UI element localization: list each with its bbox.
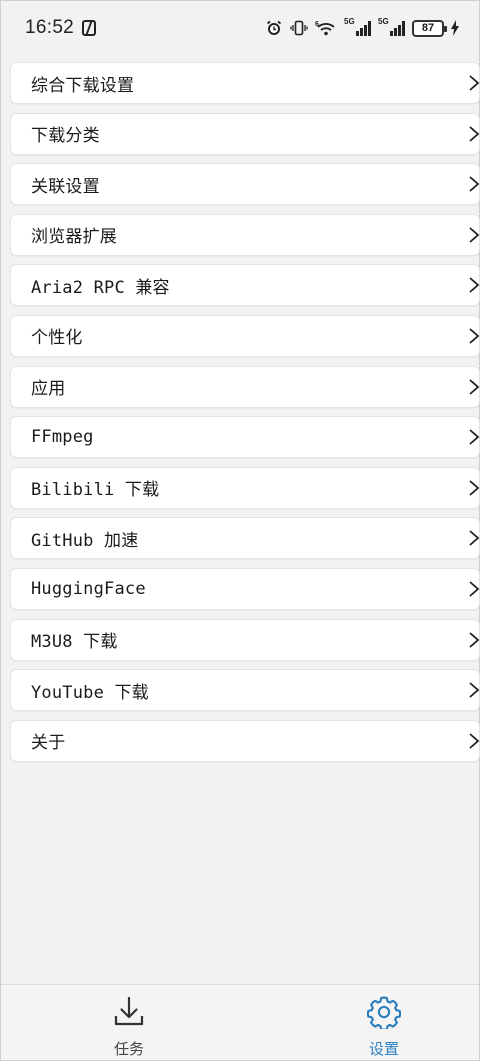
chevron-right-icon [469,328,480,344]
settings-item[interactable]: YouTube 下载 [10,669,480,712]
chevron-right-icon [469,480,480,496]
chevron-right-icon [469,682,480,698]
settings-item[interactable]: 个性化 [10,314,480,357]
chevron-right-icon [469,378,480,395]
nav-settings[interactable]: 设置 [364,985,404,1060]
cell-signal-2-icon: 5G [378,17,405,36]
settings-item-label: YouTube 下载 [31,682,149,703]
bottom-nav: 任务 设置 [1,984,479,1060]
settings-item[interactable]: M3U8 下载 [10,618,480,661]
settings-item[interactable]: 综合下载设置 [10,62,480,104]
chevron-right-icon [469,429,480,445]
settings-item[interactable]: 浏览器扩展 [10,213,480,256]
settings-item[interactable]: Aria2 RPC 兼容 [10,264,480,307]
settings-item-label: Aria2 RPC 兼容 [31,277,170,298]
cell-signal-1-icon: 5G [344,17,371,36]
settings-item-label: Bilibili 下载 [31,480,160,501]
chevron-right-icon [469,227,480,243]
settings-item[interactable]: 应用 [10,365,480,408]
chevron-right-icon [469,530,480,547]
vibrate-icon [290,19,308,37]
settings-item-label: M3U8 下载 [31,632,118,653]
settings-item[interactable]: 下载分类 [10,112,480,155]
chevron-right-icon [469,277,480,294]
settings-item[interactable]: 关联设置 [10,163,480,206]
chevron-right-icon [469,733,480,749]
settings-item-label: 关于 [31,733,66,754]
status-right: 6 5G 5G 87 [265,17,459,37]
battery-icon: 87 [412,19,447,37]
chevron-right-icon [469,75,480,91]
settings-item-label: HuggingFace [31,578,146,599]
settings-item[interactable]: GitHub 加速 [10,517,480,560]
settings-item[interactable]: FFmpeg [10,416,480,459]
settings-item-label: 下载分类 [31,126,100,147]
settings-item-label: 综合下载设置 [31,75,135,96]
nfc-icon [82,20,97,36]
nav-tasks-label: 任务 [113,1041,144,1058]
settings-item[interactable]: 关于 [10,719,480,762]
settings-item-label: 浏览器扩展 [31,227,117,248]
status-time: 16:52 [25,17,75,38]
chevron-right-icon [469,125,480,142]
settings-item-label: 个性化 [31,328,83,349]
settings-item-label: GitHub 加速 [31,530,139,551]
nav-tasks[interactable]: 任务 [109,985,149,1060]
battery-level: 87 [421,22,435,34]
settings-item[interactable]: Bilibili 下载 [10,466,480,509]
alarm-icon [265,19,283,37]
settings-item-label: FFmpeg [31,427,94,448]
settings-item-label: 关联设置 [31,176,100,197]
wifi-icon: 6 [315,19,337,37]
settings-item[interactable]: HuggingFace [10,567,480,610]
charging-icon [451,20,459,36]
download-icon [112,995,146,1034]
gear-icon [366,995,402,1034]
status-bar: 16:52 6 5G 5G 87 [1,1,479,55]
chevron-right-icon [469,176,480,192]
chevron-right-icon [469,581,480,597]
nav-settings-label: 设置 [368,1041,399,1058]
settings-item-label: 应用 [31,379,66,400]
settings-list: 综合下载设置 下载分类关联设置浏览器扩展 Aria2 RPC 兼容 个性化应用 FFmp… [10,62,480,770]
chevron-right-icon [469,631,480,648]
status-left: 16:52 [25,17,97,39]
